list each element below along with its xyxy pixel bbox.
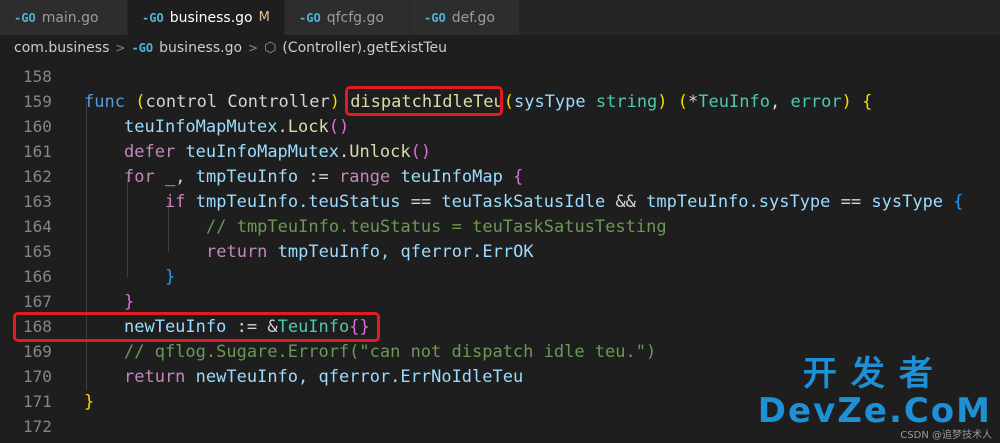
line-number: 163 xyxy=(23,192,52,211)
watermark-credit: CSDN @追梦技术人 xyxy=(900,430,992,441)
line-number: 170 xyxy=(23,367,52,386)
breadcrumb-symbol[interactable]: (Controller).getExistTeu xyxy=(282,40,447,56)
go-file-icon: -GO xyxy=(131,41,154,55)
code-text: for _, tmpTeuInfo := range teuInfoMap { xyxy=(124,166,524,187)
breadcrumb-file[interactable]: business.go xyxy=(159,40,242,56)
breadcrumb-folder[interactable]: com.business xyxy=(14,40,109,56)
line-number: 171 xyxy=(23,392,52,411)
go-file-icon: -GO xyxy=(424,10,446,25)
code-line-162: 162 for _, tmpTeuInfo := range teuInfoMa… xyxy=(0,164,1000,189)
breadcrumb: com.business > -GO business.go > ⬡ (Cont… xyxy=(0,35,1000,61)
modified-indicator: M xyxy=(258,10,270,25)
code-text: defer teuInfoMapMutex.Unlock() xyxy=(124,141,432,162)
tab-label: def.go xyxy=(451,9,495,26)
watermark-en-text: DevZe.CoM xyxy=(757,391,992,431)
watermark-cn-text: 开发者 xyxy=(802,354,947,394)
tab-qfcfg-go[interactable]: -GO qfcfg.go xyxy=(285,0,410,35)
tab-label: qfcfg.go xyxy=(326,9,384,26)
line-number: 165 xyxy=(23,242,52,261)
line-number: 169 xyxy=(23,342,52,361)
code-line-165: 165 return tmpTeuInfo, qferror.ErrOK xyxy=(0,239,1000,264)
watermark-logo: 开发者 DevZe.CoM xyxy=(758,355,992,429)
line-number: 162 xyxy=(23,167,52,186)
go-file-icon: -GO xyxy=(299,10,321,25)
code-line-163: 163 if tmpTeuInfo.teuStatus == teuTaskSa… xyxy=(0,189,1000,214)
code-text: if tmpTeuInfo.teuStatus == teuTaskSatusI… xyxy=(165,191,964,212)
code-text: } xyxy=(165,266,176,287)
tab-label: business.go xyxy=(169,9,253,26)
go-file-icon: -GO xyxy=(14,10,36,25)
line-number: 172 xyxy=(23,417,52,436)
code-line-160: 160 teuInfoMapMutex.Lock() xyxy=(0,114,1000,139)
code-line-166: 166 } xyxy=(0,264,1000,289)
highlight-box-function-name xyxy=(345,86,503,116)
method-cube-icon: ⬡ xyxy=(264,40,277,56)
line-number: 166 xyxy=(23,267,52,286)
code-text: } xyxy=(124,291,135,312)
code-comment: // tmpTeuInfo.teuStatus = teuTaskSatusTe… xyxy=(206,216,667,237)
line-number: 167 xyxy=(23,292,52,311)
code-text: } xyxy=(84,391,95,412)
code-line-161: 161 defer teuInfoMapMutex.Unlock() xyxy=(0,139,1000,164)
tab-business-go[interactable]: -GO business.go M xyxy=(128,0,285,35)
tab-main-go[interactable]: -GO main.go xyxy=(0,0,128,35)
go-file-icon: -GO xyxy=(142,10,164,25)
chevron-right-icon: > xyxy=(115,41,126,55)
chevron-right-icon: > xyxy=(248,41,259,55)
code-line-164: 164 // tmpTeuInfo.teuStatus = teuTaskSat… xyxy=(0,214,1000,239)
line-number: 158 xyxy=(23,67,52,86)
line-number: 160 xyxy=(23,117,52,136)
tab-label: main.go xyxy=(41,9,99,26)
code-line-167: 167 } xyxy=(0,289,1000,314)
code-text: teuInfoMapMutex.Lock() xyxy=(124,116,350,137)
line-number: 164 xyxy=(23,217,52,236)
line-number: 159 xyxy=(23,92,52,111)
line-number: 161 xyxy=(23,142,52,161)
code-comment: // qflog.Sugare.Errorf("can not dispatch… xyxy=(124,341,657,362)
highlight-box-line-168 xyxy=(13,312,380,342)
editor-tab-bar: -GO main.go -GO business.go M -GO qfcfg.… xyxy=(0,0,1000,35)
code-text: return tmpTeuInfo, qferror.ErrOK xyxy=(206,241,534,262)
tab-def-go[interactable]: -GO def.go xyxy=(410,0,520,35)
code-line-158: 158 xyxy=(0,64,1000,89)
code-text: return newTeuInfo, qferror.ErrNoIdleTeu xyxy=(124,366,524,387)
